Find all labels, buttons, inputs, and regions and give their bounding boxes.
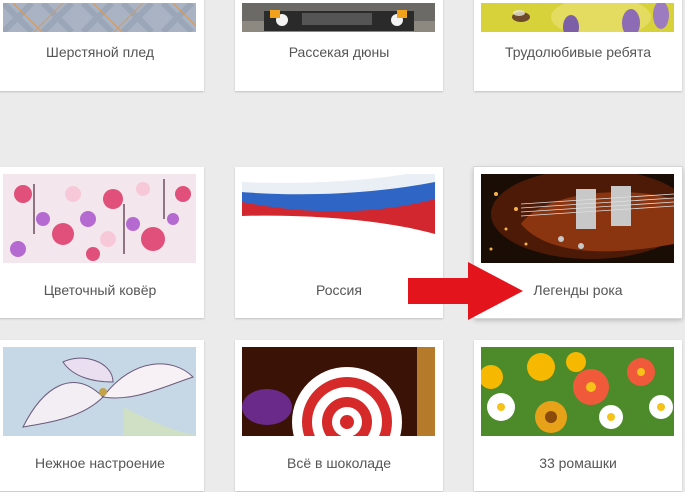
theme-card-floral[interactable]: Цветочный ковёр	[0, 167, 204, 318]
theme-title: Шерстяной плед	[45, 44, 155, 60]
theme-title: Всё в шоколаде	[286, 455, 392, 471]
red-arrow-icon	[408, 262, 523, 320]
daisies-flowers-thumbnail	[481, 347, 674, 436]
russian-flag-ribbon-thumbnail	[242, 174, 435, 263]
bee-lavender-thumbnail	[481, 3, 674, 32]
theme-card-wool-plaid[interactable]: Шерстяной плед	[0, 0, 204, 91]
theme-title: Цветочный ковёр	[43, 282, 157, 298]
theme-title: Нежное настроение	[35, 455, 165, 471]
floral-pattern-thumbnail	[3, 174, 196, 263]
electric-guitar-thumbnail	[481, 174, 674, 263]
theme-title: Рассекая дюны	[288, 44, 390, 60]
theme-title: Трудолюбивые ребята	[504, 44, 651, 60]
offroad-vehicle-thumbnail	[242, 3, 435, 32]
theme-card-chocolate[interactable]: Всё в шоколаде	[235, 340, 443, 491]
theme-card-bees[interactable]: Трудолюбивые ребята	[474, 0, 682, 91]
theme-title: 33 ромашки	[539, 455, 617, 471]
wool-plaid-thumbnail	[3, 3, 196, 32]
lollipop-candy-thumbnail	[242, 347, 435, 436]
theme-card-33-daisies[interactable]: 33 ромашки	[474, 340, 682, 491]
theme-card-tender-mood[interactable]: Нежное настроение	[0, 340, 204, 491]
lily-sketch-thumbnail	[3, 347, 196, 436]
theme-card-dunes[interactable]: Рассекая дюны	[235, 0, 443, 91]
